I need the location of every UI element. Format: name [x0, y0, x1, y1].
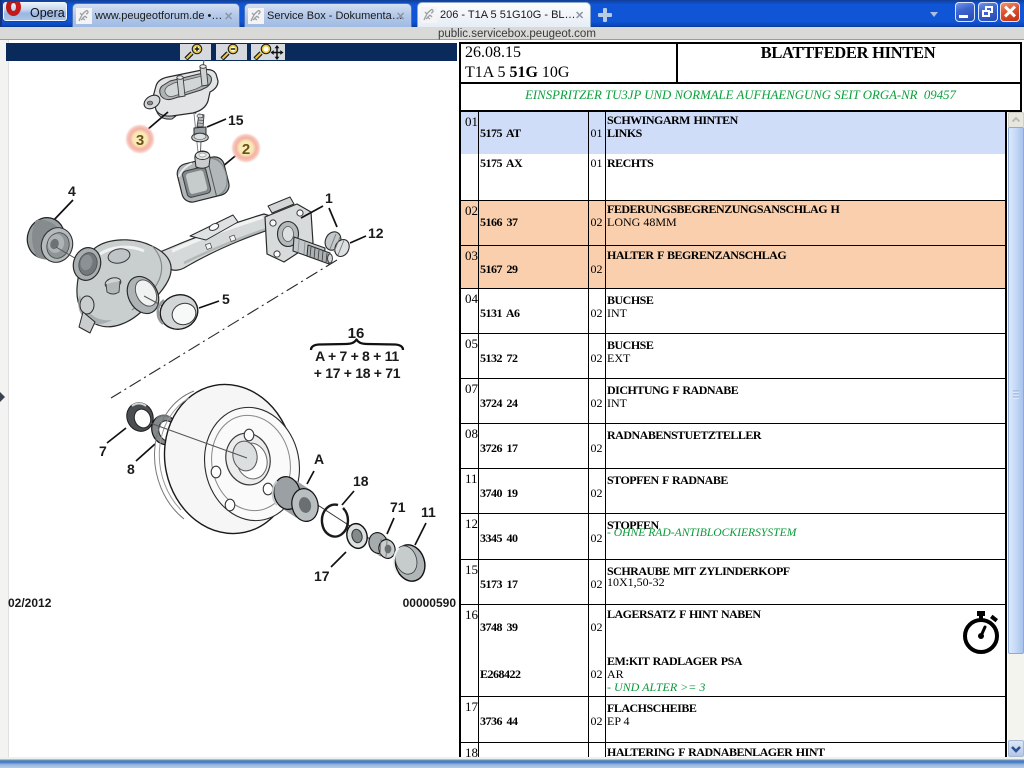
svg-text:15: 15 [228, 112, 244, 128]
svg-text:2: 2 [242, 141, 250, 158]
svg-text:18: 18 [353, 473, 369, 489]
svg-text:00000590: 00000590 [403, 596, 457, 610]
svg-text:02/2012: 02/2012 [8, 596, 52, 610]
svg-text:17: 17 [314, 568, 330, 584]
svg-text:11: 11 [421, 504, 436, 520]
svg-text:A: A [314, 451, 324, 467]
svg-text:A + 7 + 8 + 11: A + 7 + 8 + 11 [315, 348, 399, 364]
svg-text:3: 3 [136, 132, 144, 149]
svg-text:4: 4 [68, 183, 76, 199]
svg-text:71: 71 [390, 499, 406, 515]
svg-text:12: 12 [368, 225, 384, 241]
svg-text:8: 8 [127, 461, 135, 477]
svg-text:1: 1 [325, 190, 333, 206]
svg-text:+ 17 + 18 + 71: + 17 + 18 + 71 [314, 365, 401, 381]
svg-text:5: 5 [222, 291, 230, 307]
svg-text:7: 7 [99, 443, 107, 459]
